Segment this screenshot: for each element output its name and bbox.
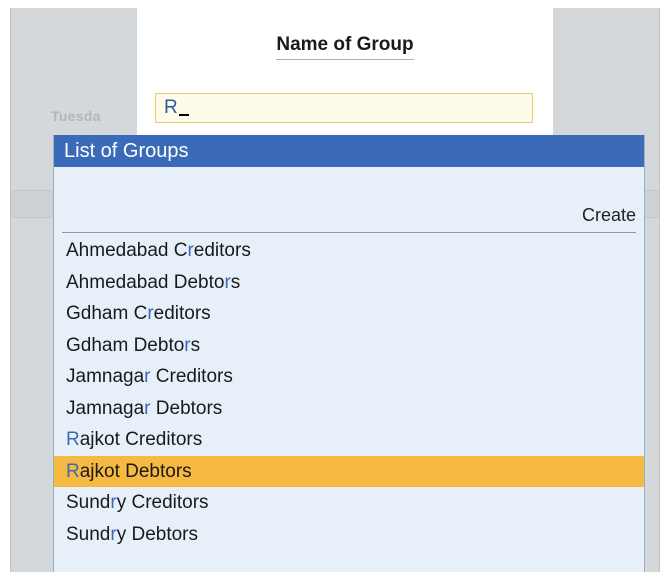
list-of-groups-header: List of Groups	[54, 135, 644, 167]
group-list-item[interactable]: Ahmedabad Debtors	[54, 267, 644, 299]
group-item-text: Sund	[66, 523, 111, 545]
group-item-text: s	[230, 271, 241, 293]
group-name-input-value: R	[164, 97, 178, 118]
group-item-text: Jamnaga	[66, 366, 145, 387]
group-item-text: Ahmedabad C	[66, 240, 188, 261]
group-name-input[interactable]: R	[155, 93, 533, 123]
create-divider	[62, 232, 636, 233]
match-highlight: R	[66, 429, 80, 450]
group-item-text: Jamnaga	[66, 397, 145, 419]
group-list-item[interactable]: Rajkot Creditors	[54, 424, 644, 456]
group-item-text: y Creditors	[116, 492, 209, 513]
group-list-item[interactable]: Sundry Creditors	[54, 487, 644, 519]
group-item-text: ajkot Debtors	[79, 460, 192, 482]
group-list-item[interactable]: Jamnagar Creditors	[54, 361, 644, 393]
group-item-text: Sund	[66, 492, 111, 513]
group-item-text: editors	[153, 303, 211, 324]
background-date-label: Tuesda	[51, 108, 101, 124]
list-of-groups-panel: List of Groups Create Ahmedabad Creditor…	[53, 135, 645, 572]
match-highlight: R	[66, 460, 80, 482]
name-of-group-title: Name of Group	[137, 34, 553, 60]
group-item-text: editors	[193, 240, 251, 261]
group-item-text: Debtors	[150, 397, 223, 419]
group-item-text: Ahmedabad Debto	[66, 271, 225, 293]
group-item-text: s	[190, 334, 201, 356]
group-list-item[interactable]: Gdham Creditors	[54, 298, 644, 330]
create-option[interactable]: Create	[582, 205, 636, 226]
group-item-text: Gdham Debto	[66, 334, 185, 356]
group-list-item[interactable]: Ahmedabad Creditors	[54, 235, 644, 267]
name-of-group-title-text: Name of Group	[276, 34, 414, 60]
group-list-item[interactable]: Sundry Debtors	[54, 519, 644, 551]
group-list-item[interactable]: Rajkot Debtors	[54, 455, 644, 487]
group-item-text: ajkot Creditors	[79, 429, 203, 450]
app-window: - Tuesda Name of Group R List of Groups …	[10, 8, 660, 572]
group-item-text: y Debtors	[116, 523, 199, 545]
text-cursor	[178, 114, 189, 116]
group-list-item[interactable]: Gdham Debtors	[54, 330, 644, 362]
group-list: Ahmedabad Creditors Ahmedabad Debtors Gdha…	[54, 235, 644, 550]
group-item-text: Gdham C	[66, 303, 148, 324]
name-of-group-panel: Name of Group R	[137, 8, 553, 135]
group-item-text: Creditors	[150, 366, 233, 387]
group-list-item[interactable]: Jamnagar Debtors	[54, 393, 644, 425]
